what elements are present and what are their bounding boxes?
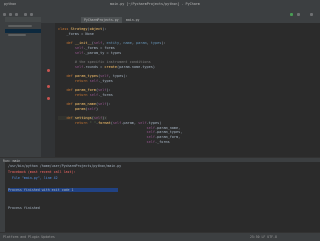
console-line: Process finished (8, 206, 40, 210)
code-line[interactable]: def param_form(self): (58, 88, 110, 92)
title-bar: python main.py [~/PycharmProjects/python… (0, 0, 320, 7)
code-line[interactable]: def settings(self): (58, 116, 107, 121)
code-line[interactable]: def param_name(self): (58, 102, 110, 106)
console-line: Process finished with exit code 1 (8, 188, 118, 192)
code-line[interactable]: self._forms (58, 140, 170, 144)
line-gutter[interactable] (41, 23, 55, 157)
folder-icon[interactable] (3, 13, 6, 16)
breakpoint-icon[interactable] (47, 69, 50, 72)
project-tree-item[interactable] (8, 25, 32, 27)
sync-icon[interactable] (15, 13, 18, 16)
redo-icon[interactable] (30, 13, 33, 16)
code-line[interactable]: self.param_types, (58, 130, 183, 134)
console-line: File "main.py", line 42 (8, 176, 58, 180)
code-line[interactable]: _forms = None (58, 32, 93, 36)
project-panel-header[interactable] (5, 17, 41, 22)
project-tree-item[interactable] (8, 34, 26, 36)
console-line: /usr/bin/python /home/user/PycharmProjec… (8, 164, 122, 168)
code-line[interactable]: self.param_name, (58, 126, 181, 130)
search-icon[interactable] (310, 13, 313, 16)
breakpoint-icon[interactable] (47, 97, 50, 100)
window-title: main.py [~/PycharmProjects/python] - PyC… (110, 1, 200, 6)
breakpoint-icon[interactable] (47, 85, 50, 88)
code-line[interactable]: return self._forms (58, 93, 113, 97)
status-info[interactable]: 25:50 LF UTF-8 (250, 235, 277, 239)
code-line[interactable]: self.param_form, (58, 135, 181, 139)
code-line[interactable]: # the specific instrument conditions (58, 60, 151, 64)
project-tree-selected-item[interactable] (5, 29, 41, 33)
console-line: Traceback (most recent call last): (8, 170, 76, 174)
code-editor[interactable]: class Strategy(object): _forms = None de… (55, 23, 320, 157)
code-line[interactable]: self._forms = forms (58, 46, 115, 50)
status-message[interactable]: Platform and Plugin Updates (3, 235, 55, 239)
code-line[interactable]: self.rounds = create(param.name.types) (58, 65, 155, 69)
window-title-left: python (4, 1, 17, 6)
code-line[interactable]: self._param_ty = types (58, 51, 121, 55)
code-line[interactable]: param(self) (58, 107, 98, 111)
save-icon[interactable] (9, 13, 12, 16)
run-icon[interactable] (290, 13, 293, 16)
project-panel (5, 17, 42, 157)
run-console[interactable]: /usr/bin/python /home/user/PycharmProjec… (5, 162, 320, 232)
code-line[interactable]: return self._types (58, 79, 113, 83)
code-line[interactable]: def __init__(self, entity, name, param, … (58, 41, 165, 45)
debug-icon[interactable] (297, 13, 300, 16)
undo-icon[interactable] (24, 13, 27, 16)
code-line[interactable]: def param_types(self, types): (58, 74, 127, 78)
code-line[interactable]: return " ".format(self.param, self.types… (58, 121, 161, 125)
code-line[interactable]: class Strategy(object): (58, 27, 107, 31)
